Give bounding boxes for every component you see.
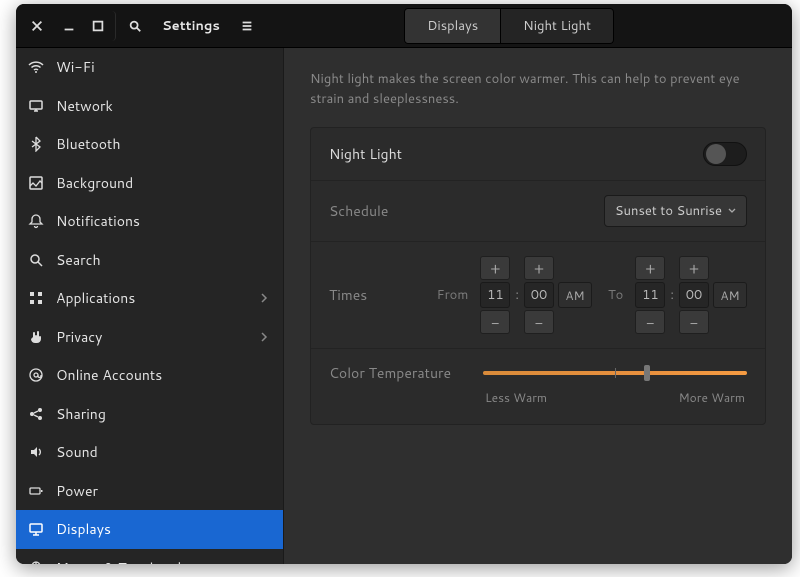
schedule-label: Schedule [329,201,388,221]
app-title: Settings [162,17,220,35]
settings-window: Settings Displays Night Light Wi-Fi Netw… [16,4,792,564]
sidebar-item-label: Displays [56,519,269,539]
background-icon [28,175,44,191]
grid-icon [28,290,44,306]
search-button[interactable] [120,11,150,41]
sidebar-item-network[interactable]: Network [16,87,283,126]
night-light-toggle[interactable] [703,142,747,166]
sidebar-item-label: Mouse & Touchpad [56,558,269,564]
sidebar-item-label: Search [56,250,269,270]
sidebar-item-label: Background [56,173,269,193]
sidebar-item-notifications[interactable]: Notifications [16,202,283,241]
sidebar: Wi-Fi Network Bluetooth Background Notif… [16,48,284,564]
color-temperature-row: Color Temperature Less Warm More Warm [311,348,765,424]
bell-icon [28,213,44,229]
speaker-icon [28,444,44,460]
sidebar-item-label: Privacy [56,327,247,347]
enable-row: Night Light [311,128,765,180]
helper-text: Night light makes the screen color warme… [310,70,766,109]
window-body: Wi-Fi Network Bluetooth Background Notif… [16,48,792,564]
mouse-icon [28,560,44,564]
sidebar-item-online-accounts[interactable]: Online Accounts [16,356,283,395]
bluetooth-icon [28,136,44,152]
sidebar-item-privacy[interactable]: Privacy [16,318,283,357]
from-hour-down[interactable]: − [480,310,510,334]
from-time-group: + 11 − : + 00 − AM [480,256,592,334]
from-hour-up[interactable]: + [480,256,510,280]
sidebar-item-label: Sound [56,442,269,462]
sidebar-item-background[interactable]: Background [16,164,283,203]
main-content: Night light makes the screen color warme… [284,48,792,564]
schedule-dropdown[interactable]: Sunset to Sunrise [604,195,747,227]
tab-displays[interactable]: Displays [404,8,501,44]
sidebar-item-sound[interactable]: Sound [16,433,283,472]
tab-switcher: Displays Night Light [404,8,614,44]
wifi-icon [28,59,44,75]
sidebar-item-label: Applications [56,288,247,308]
sidebar-item-sharing[interactable]: Sharing [16,395,283,434]
sidebar-item-label: Power [56,481,269,501]
from-ampm[interactable]: AM [558,282,592,308]
slider-min-label: Less Warm [485,389,547,406]
battery-icon [28,483,44,499]
maximize-button[interactable] [86,11,116,41]
share-icon [28,406,44,422]
sidebar-item-bluetooth[interactable]: Bluetooth [16,125,283,164]
to-ampm[interactable]: AM [713,282,747,308]
to-minute-down[interactable]: − [679,310,709,334]
sidebar-item-label: Notifications [56,211,269,231]
from-label: From [437,286,469,304]
sidebar-item-applications[interactable]: Applications [16,279,283,318]
chevron-right-icon [259,327,269,347]
sidebar-item-wifi[interactable]: Wi-Fi [16,48,283,87]
network-icon [28,98,44,114]
sidebar-item-label: Wi-Fi [56,57,269,77]
monitor-icon [28,521,44,537]
to-hour-down[interactable]: − [635,310,665,334]
colon: : [514,286,520,304]
slider-max-label: More Warm [679,389,745,406]
schedule-value: Sunset to Sunrise [615,202,722,220]
color-temperature-label: Color Temperature [329,363,483,383]
night-light-title: Night Light [329,144,402,164]
colon: : [669,286,675,304]
slider-thumb[interactable] [644,365,650,381]
sidebar-item-search[interactable]: Search [16,241,283,280]
at-icon [28,367,44,383]
to-hour-up[interactable]: + [635,256,665,280]
sidebar-item-mouse-touchpad[interactable]: Mouse & Touchpad [16,549,283,565]
hand-icon [28,329,44,345]
color-temperature-slider[interactable] [483,371,747,375]
sidebar-item-label: Sharing [56,404,269,424]
sidebar-item-label: Online Accounts [56,365,269,385]
minimize-button[interactable] [54,11,84,41]
from-minute-value: 00 [524,282,554,308]
sidebar-item-power[interactable]: Power [16,472,283,511]
times-row: Times From + 11 − : + 00 − [311,241,765,348]
toggle-knob [706,144,726,164]
titlebar: Settings Displays Night Light [16,4,792,48]
to-label: To [608,286,623,304]
sidebar-item-label: Network [56,96,269,116]
tab-night-light[interactable]: Night Light [501,8,614,44]
sidebar-item-displays[interactable]: Displays [16,510,283,549]
to-time-group: + 11 − : + 00 − AM [635,256,747,334]
to-hour-value: 11 [635,282,665,308]
sidebar-item-label: Bluetooth [56,134,269,154]
from-minute-down[interactable]: − [524,310,554,334]
hamburger-button[interactable] [232,11,262,41]
search-icon [28,252,44,268]
to-minute-up[interactable]: + [679,256,709,280]
chevron-down-icon [728,207,736,215]
to-minute-value: 00 [679,282,709,308]
from-minute-up[interactable]: + [524,256,554,280]
night-light-panel: Night Light Schedule Sunset to Sunrise [310,127,766,425]
schedule-row: Schedule Sunset to Sunrise [311,180,765,241]
from-hour-value: 11 [480,282,510,308]
chevron-right-icon [259,288,269,308]
times-label: Times [329,285,367,305]
close-button[interactable] [22,11,52,41]
